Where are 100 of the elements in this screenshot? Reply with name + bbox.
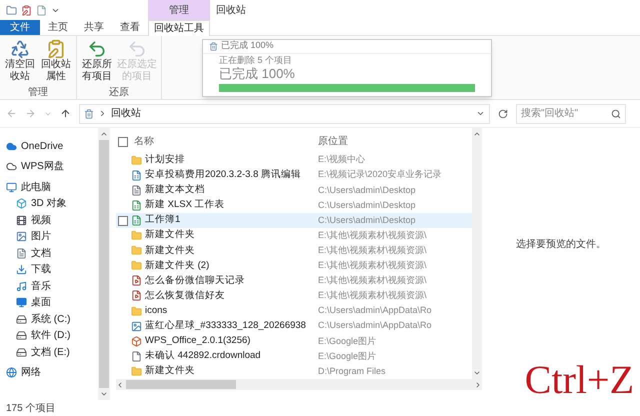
- scroll-left-icon[interactable]: [116, 380, 124, 388]
- file-name: 新建文件夹: [145, 364, 195, 378]
- folder-icon[interactable]: [6, 4, 17, 16]
- file-row[interactable]: 新建文本文档 C:\Users\admin\Desktop: [116, 182, 472, 198]
- file-row[interactable]: 新建文件夹 D:\Program Files: [116, 364, 472, 379]
- file-name: 怎么备份微信聊天记录: [145, 274, 245, 288]
- file-name: 计划安排: [145, 153, 185, 167]
- original-location: C:\Users\admin\Desktop: [318, 184, 416, 197]
- image-file-icon: [131, 320, 142, 332]
- nav-item[interactable]: 系统 (C:): [0, 311, 98, 328]
- original-location: D:\Program Files: [318, 364, 386, 378]
- file-row[interactable]: WPS_Office_2.0.1(3256) E:\Google图片: [116, 334, 472, 349]
- folder-icon: [131, 230, 142, 242]
- row-checkbox[interactable]: [118, 216, 128, 226]
- picture-icon: [16, 231, 27, 242]
- folder-icon: [131, 245, 142, 256]
- original-location: E:\Google图片: [318, 334, 376, 348]
- checklist-icon[interactable]: [21, 4, 32, 16]
- file-row[interactable]: 新建文件夹 (2) E:\其他\视频素材\视频资源\: [116, 258, 472, 274]
- nav-item[interactable]: WPS网盘: [0, 158, 98, 175]
- ribbon-button[interactable]: 回收站属性: [39, 39, 73, 85]
- drive-icon: [16, 330, 27, 342]
- address-field[interactable]: 回收站: [79, 104, 490, 124]
- ribbon-button[interactable]: 清空回收站: [3, 39, 37, 85]
- file-row[interactable]: 怎么恢复微信好友 E:\其他\视频素材\视频资源\: [116, 288, 472, 304]
- chevron-icon: [98, 109, 107, 118]
- column-header[interactable]: 原位置: [318, 134, 348, 150]
- scroll-down-icon[interactable]: [473, 369, 481, 377]
- scrollbar[interactable]: [472, 128, 482, 379]
- original-location: E:\其他\视频素材\视频资源\: [318, 274, 427, 288]
- up-icon[interactable]: [60, 108, 71, 119]
- progress-status: 已完成 100%: [219, 66, 296, 82]
- file-name: 新建文件夹 (2): [145, 258, 210, 273]
- file-name: 新建文本文档: [145, 183, 205, 198]
- nav-item[interactable]: 文档: [0, 245, 98, 262]
- group-label: 还原: [108, 86, 130, 99]
- desktop-icon: [16, 297, 27, 308]
- file-row[interactable]: 安卓投稿费用2020.3.2-3.8 腾讯编辑 E:\视频记录\2020安卓业务记录: [116, 168, 472, 183]
- folder-icon: [131, 260, 142, 272]
- folder-icon: [131, 366, 142, 377]
- file-row[interactable]: 新建 XLSX 工作表 C:\Users\admin\Desktop: [116, 198, 472, 213]
- original-location: E:\视频记录\2020安卓业务记录: [318, 168, 442, 182]
- file-row[interactable]: 怎么备份微信聊天记录 E:\其他\视频素材\视频资源\: [116, 273, 472, 288]
- folder-icon: [131, 154, 142, 166]
- scrollbar[interactable]: [116, 379, 482, 390]
- ribbon-button[interactable]: 还原所有项目: [80, 39, 114, 85]
- ribbon-tab[interactable]: 回收站工具: [148, 20, 210, 36]
- original-location: E:\其他\视频素材\视频资源\: [318, 244, 427, 257]
- nav-item[interactable]: 网络: [0, 364, 98, 381]
- scroll-up-icon[interactable]: [473, 130, 481, 138]
- shortcut-caption: Ctrl+Z: [524, 360, 634, 400]
- cloud-icon: [6, 161, 17, 172]
- select-all-checkbox[interactable]: [118, 136, 128, 147]
- spreadsheet-icon: [131, 200, 142, 211]
- scroll-up-icon[interactable]: [100, 130, 108, 138]
- scrollbar[interactable]: [98, 128, 110, 400]
- file-row[interactable]: 新建文件夹 E:\其他\视频素材\视频资源\: [116, 243, 472, 258]
- ribbon-tab[interactable]: 共享: [76, 20, 112, 35]
- file-name: 安卓投稿费用2020.3.2-3.8 腾讯编辑: [145, 168, 301, 182]
- nav-item[interactable]: 文档 (E:): [0, 344, 98, 360]
- file-row[interactable]: 蓝红心星球_#333333_128_20266938 C:\Users\admin\AppData\Ro: [116, 318, 472, 334]
- file-name: 工作簿1: [145, 213, 180, 228]
- nav-item[interactable]: 音乐: [0, 278, 98, 294]
- search-input[interactable]: 搜索"回收站": [521, 106, 611, 121]
- restore-icon: [127, 39, 147, 59]
- nav-item[interactable]: OneDrive: [0, 138, 98, 154]
- file-tab[interactable]: 文件: [0, 20, 40, 35]
- drive-icon: [16, 346, 27, 358]
- spreadsheet-icon: [131, 170, 142, 181]
- restore-icon: [87, 39, 107, 59]
- music-icon: [16, 280, 27, 292]
- original-location: E:\其他\视频素材\视频资源\: [318, 228, 427, 242]
- scroll-down-icon[interactable]: [100, 390, 108, 398]
- file-row[interactable]: icons C:\Users\admin\AppData\Ro: [116, 304, 472, 319]
- nav-item[interactable]: 此电脑: [0, 179, 98, 196]
- file-row[interactable]: 新建文件夹 E:\其他\视频素材\视频资源\: [116, 228, 472, 244]
- file-name: 新建文件夹: [145, 228, 195, 242]
- dialog-title: 已完成 100%: [221, 39, 274, 52]
- file-row[interactable]: 工作簿1 C:\Users\admin\Desktop: [116, 212, 472, 228]
- scroll-right-icon[interactable]: [474, 380, 482, 388]
- refresh-icon[interactable]: [498, 108, 508, 118]
- document-icon: [16, 248, 27, 259]
- nav-item[interactable]: 图片: [0, 228, 98, 245]
- file-row[interactable]: 计划安排 E:\视频中心: [116, 152, 472, 168]
- file-name: WPS_Office_2.0.1(3256): [145, 334, 250, 348]
- nav-item[interactable]: 3D 对象: [0, 196, 98, 212]
- nav-item[interactable]: 视频: [0, 212, 98, 228]
- caret-icon[interactable]: [476, 109, 485, 118]
- file-name: 蓝红心星球_#333333_128_20266938: [145, 319, 306, 334]
- nav-item[interactable]: 下载: [0, 262, 98, 278]
- nav-item[interactable]: 软件 (D:): [0, 328, 98, 344]
- column-header[interactable]: 名称: [134, 134, 154, 150]
- nav-item[interactable]: 桌面: [0, 294, 98, 311]
- file-row[interactable]: 未确认 442892.crdownload E:\Google图片: [116, 348, 472, 364]
- search-field[interactable]: 搜索"回收站": [516, 104, 626, 124]
- original-location: E:\其他\视频素材\视频资源\: [318, 289, 427, 302]
- ribbon-tab[interactable]: 查看: [112, 20, 148, 35]
- app-icon: [131, 336, 142, 347]
- ribbon-tab[interactable]: 主页: [40, 20, 76, 35]
- search-icon[interactable]: [611, 108, 621, 118]
